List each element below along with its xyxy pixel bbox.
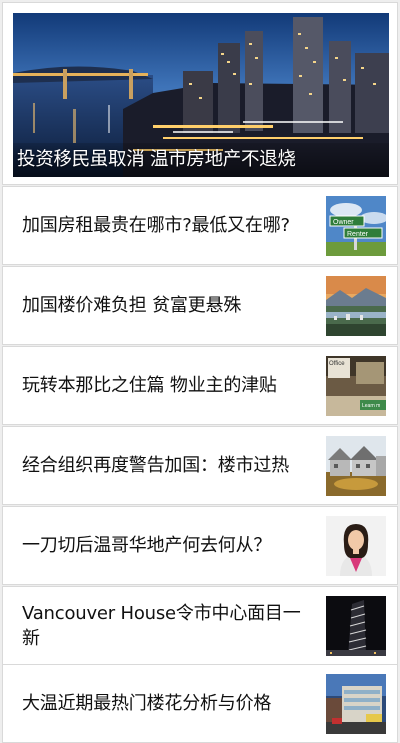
- vancouver-house-tower-image: [326, 596, 386, 656]
- article-title: 大温近期最热门楼花分析与价格: [22, 693, 272, 714]
- office-interior-image: Office Learn m: [326, 356, 386, 416]
- featured-article-image[interactable]: 投资移民虽取消 温市房地产不退烧: [13, 13, 389, 177]
- article-list-item[interactable]: 加国楼价难负担 贫富更悬殊: [3, 267, 397, 344]
- condo-building-street-image: [326, 674, 386, 734]
- article-title: 一刀切后温哥华地产何去何从？: [22, 535, 272, 556]
- article-title: 加国楼价难负担 贫富更悬殊: [22, 295, 242, 316]
- featured-article-card[interactable]: 投资移民虽取消 温市房地产不退烧: [3, 3, 397, 184]
- article-list-item[interactable]: 经合组织再度警告加国：楼市过热: [3, 427, 397, 504]
- suburban-houses-image: [326, 436, 386, 496]
- article-thumbnail: [326, 596, 386, 656]
- article-thumbnail: [326, 276, 386, 336]
- article-list-item[interactable]: 一刀切后温哥华地产何去何从？: [3, 507, 397, 584]
- article-thumbnail: [326, 674, 386, 734]
- thumb-text-learn-more: Learn m: [362, 403, 380, 409]
- featured-article-caption-overlay: 投资移民虽取消 温市房地产不退烧: [13, 143, 389, 177]
- article-title: 经合组织再度警告加国：楼市过热: [22, 455, 289, 476]
- city-mountain-landscape-image: [326, 276, 386, 336]
- article-title: 玩转本那比之住篇 物业主的津贴: [22, 375, 277, 396]
- realtor-portrait-image: [326, 516, 386, 576]
- article-thumbnail: Owner Renter: [326, 196, 386, 256]
- article-title: Vancouver House令市中心面目一新: [22, 602, 301, 649]
- article-list-item[interactable]: Vancouver House令市中心面目一新: [3, 587, 397, 664]
- article-list-item[interactable]: 玩转本那比之住篇 物业主的津贴 Office Learn m: [3, 347, 397, 424]
- article-thumbnail: Office Learn m: [326, 356, 386, 416]
- owner-renter-sign-image: Owner Renter: [326, 196, 386, 256]
- article-list-item[interactable]: 大温近期最热门楼花分析与价格: [3, 665, 397, 742]
- thumb-text-office: Office: [329, 361, 345, 367]
- featured-article-title: 投资移民虽取消 温市房地产不退烧: [17, 149, 296, 170]
- article-thumbnail: [326, 436, 386, 496]
- article-list-item[interactable]: 加国房租最贵在哪市?最低又在哪? Owner Renter: [3, 187, 397, 264]
- thumb-sign-text-renter: Renter: [347, 231, 369, 238]
- thumb-sign-text-owner: Owner: [333, 219, 354, 226]
- article-thumbnail: [326, 516, 386, 576]
- article-title: 加国房租最贵在哪市?最低又在哪?: [22, 215, 290, 236]
